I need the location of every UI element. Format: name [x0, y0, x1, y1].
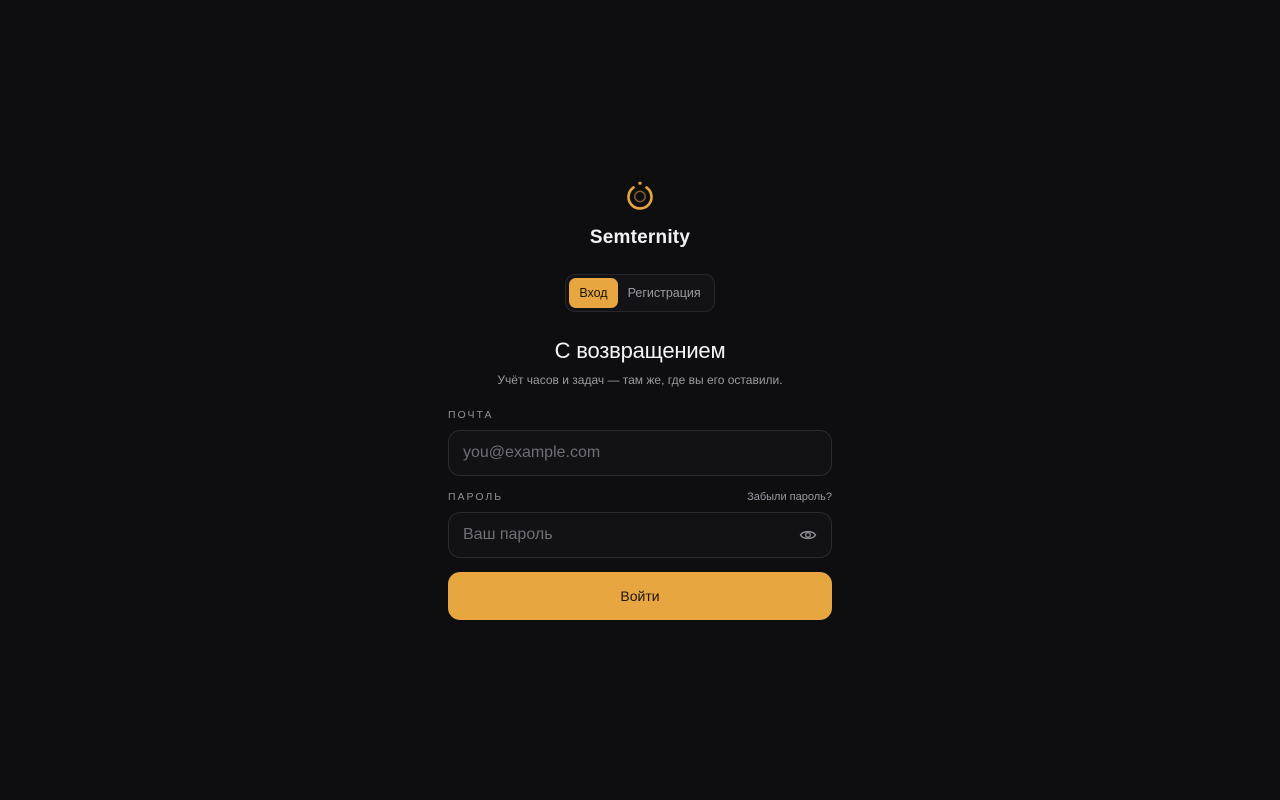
forgot-password-link[interactable]: Забыли пароль? — [747, 491, 832, 503]
password-input-wrapper — [448, 512, 832, 558]
password-label-row: ПАРОЛЬ Забыли пароль? — [448, 490, 832, 504]
eye-icon[interactable] — [799, 526, 817, 544]
auth-card: Semternity Вход Регистрация С возвращени… — [448, 180, 832, 620]
login-page: Semternity Вход Регистрация С возвращени… — [0, 0, 1280, 800]
email-field-group: ПОЧТА — [448, 408, 832, 476]
login-button[interactable]: Войти — [448, 572, 832, 620]
email-label: ПОЧТА — [448, 409, 494, 421]
email-input[interactable] — [449, 431, 831, 475]
tab-register[interactable]: Регистрация — [618, 278, 711, 308]
auth-tabs: Вход Регистрация — [565, 274, 715, 312]
page-title: С возвращением — [554, 338, 726, 363]
password-input[interactable] — [449, 513, 831, 557]
page-subtitle: Учёт часов и задач — там же, где вы его … — [497, 373, 783, 387]
tab-login[interactable]: Вход — [569, 278, 618, 308]
password-label: ПАРОЛЬ — [448, 491, 504, 503]
email-label-row: ПОЧТА — [448, 408, 832, 422]
power-ring-icon — [627, 181, 653, 210]
password-field-group: ПАРОЛЬ Забыли пароль? — [448, 490, 832, 558]
email-input-wrapper — [448, 430, 832, 476]
brand-name: Semternity — [589, 227, 691, 248]
